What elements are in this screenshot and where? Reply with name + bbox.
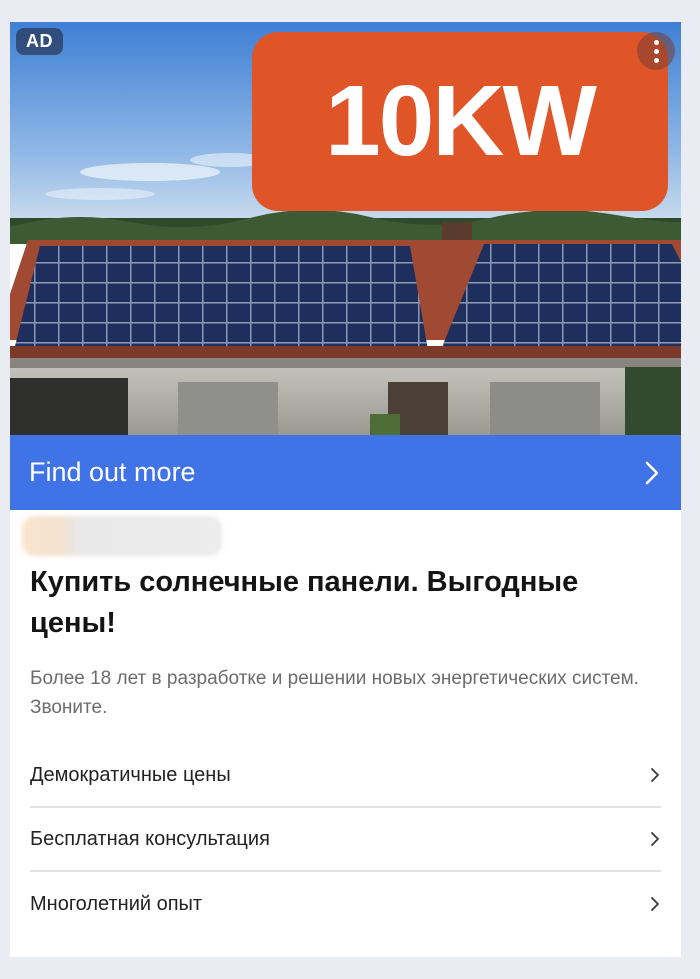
ad-title[interactable]: Купить солнечные панели. Выгодные цены! xyxy=(30,562,650,644)
ad-badge: AD xyxy=(16,28,63,55)
chevron-right-icon xyxy=(651,897,659,911)
sitelink-label: Бесплатная консультация xyxy=(30,827,270,850)
more-vertical-icon xyxy=(653,39,659,45)
sitelink-label: Многолетний опыт xyxy=(30,892,203,915)
ad-image[interactable]: AD 10KW xyxy=(10,22,681,435)
more-options-button[interactable] xyxy=(637,32,675,70)
more-vertical-icon xyxy=(653,48,659,54)
sitelink-experience[interactable]: Многолетний опыт xyxy=(30,872,661,936)
find-out-more-button[interactable]: Find out more xyxy=(10,435,681,510)
sitelink-prices[interactable]: Демократичные цены xyxy=(30,744,661,808)
chevron-right-icon xyxy=(651,832,659,846)
sitelink-consultation[interactable]: Бесплатная консультация xyxy=(30,808,661,872)
chevron-right-icon xyxy=(651,768,659,782)
sitelink-label: Демократичные цены xyxy=(30,763,231,786)
chevron-right-icon xyxy=(645,461,659,484)
promo-banner: 10KW xyxy=(252,32,668,211)
ad-card[interactable]: AD 10KW Find out more Купить солнечные п… xyxy=(10,22,681,957)
ad-description: Более 18 лет в разработке и решении новы… xyxy=(30,668,639,718)
blurred-domain xyxy=(22,516,222,556)
cta-label: Find out more xyxy=(29,457,196,487)
more-vertical-icon xyxy=(653,57,659,63)
sitelinks: Демократичные цены Бесплатная консультац… xyxy=(30,744,661,936)
